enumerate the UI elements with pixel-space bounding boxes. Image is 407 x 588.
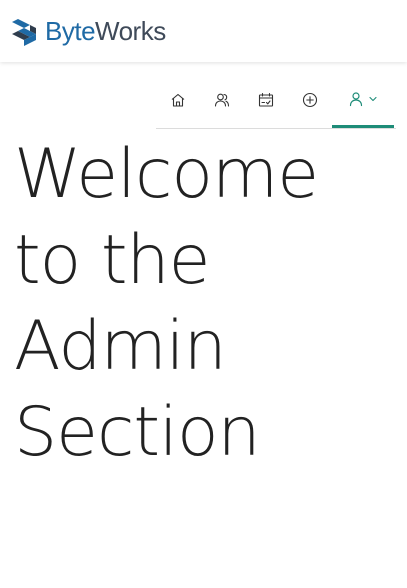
- nav-calendar[interactable]: [252, 72, 280, 128]
- brand-name-part2: Works: [95, 16, 166, 46]
- nav-home[interactable]: [164, 72, 192, 128]
- brand-name: ByteWorks: [45, 18, 166, 44]
- nav-users[interactable]: [208, 72, 236, 128]
- byteworks-logo-icon: [12, 19, 36, 46]
- nav-add[interactable]: [296, 72, 324, 128]
- user-profile-icon: [349, 91, 363, 106]
- users-icon: [214, 93, 230, 107]
- brand-logo[interactable]: ByteWorks: [12, 14, 166, 48]
- add-circle-icon: [302, 92, 318, 108]
- calendar-icon: [258, 92, 274, 107]
- nav-profile-menu[interactable]: [332, 72, 394, 128]
- main-navigation: [156, 72, 396, 129]
- page-heading: Welcome to the Admin Section: [14, 135, 319, 472]
- brand-name-part1: Byte: [45, 16, 96, 46]
- chevron-down-icon: [369, 96, 377, 101]
- home-icon: [171, 93, 185, 107]
- app-header: ByteWorks: [0, 0, 407, 62]
